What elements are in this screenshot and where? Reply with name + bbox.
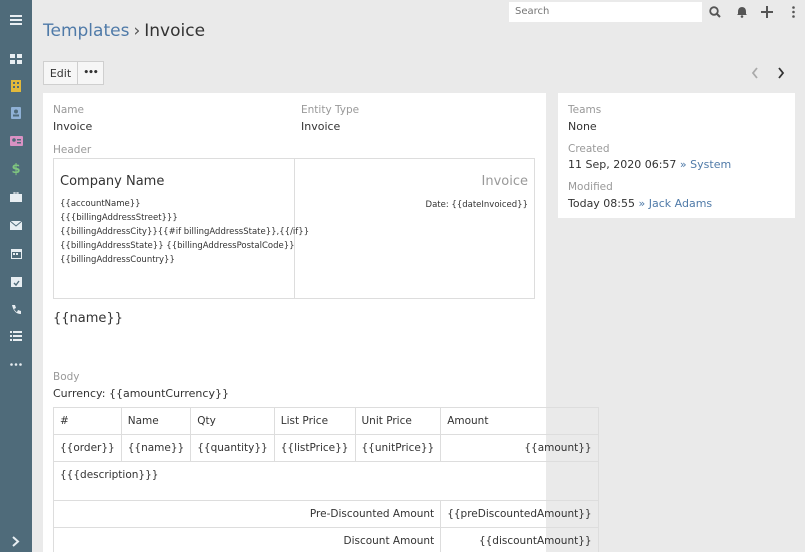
email-icon[interactable] [0,212,32,238]
address-line-3: {{billingAddressCity}}{{#if billingAddre… [60,227,310,237]
modified-separator: » [638,197,646,210]
name-value: Invoice [53,120,93,133]
menu-icon[interactable] [0,7,32,33]
created-separator: » [679,158,687,171]
search-icon[interactable] [706,3,724,21]
breadcrumb-separator: › [133,21,141,41]
search-input[interactable] [509,2,702,22]
side-panel: Teams None Created 11 Sep, 2020 06:57 » … [558,93,795,218]
modified-value: Today 08:55 » Jack Adams [568,197,712,210]
table-row: Pre-Discounted Amount {{preDiscountedAmo… [52,500,599,528]
contacts-icon[interactable] [0,100,32,126]
table-row: {{{description}}} [53,461,599,489]
modified-by-link[interactable]: Jack Adams [649,197,712,210]
name-placeholder: {{name}} [53,311,123,326]
currency-line: Currency: {{amountCurrency}} [53,387,229,400]
more-icon[interactable] [0,351,32,377]
company-name: Company Name [60,174,165,189]
created-by-link[interactable]: System [690,158,731,171]
created-date: 11 Sep, 2020 06:57 [568,158,677,171]
created-label: Created [568,143,610,155]
column-header: List Price [273,407,356,435]
column-header: Unit Price [354,407,442,435]
previous-record-icon[interactable] [748,65,762,81]
expand-icon[interactable] [0,528,32,552]
invoice-date: Date: {{dateInvoiced}} [425,200,528,210]
table-row: {{order}} {{name}} {{quantity}} {{listPr… [53,434,599,462]
total-label: Pre-Discounted Amount [52,500,442,528]
modified-label: Modified [568,181,613,193]
address-line-5: {{billingAddressCountry}} [60,255,175,265]
body-label: Body [53,371,80,383]
document-title: Invoice [481,174,528,189]
total-value: {{discountAmount}} [440,527,599,552]
items-table: # Name Qty List Price Unit Price Amount … [52,407,599,552]
sidebar: $ [0,0,32,552]
page-title: Invoice [144,21,206,41]
description-cell: {{{description}}} [53,461,599,489]
next-record-icon[interactable] [774,65,788,81]
teams-value: None [568,120,597,133]
breadcrumb-templates-link[interactable]: Templates [43,21,129,41]
leads-icon[interactable] [0,128,32,154]
calls-icon[interactable] [0,296,32,322]
breadcrumb: Templates › Invoice [43,21,205,41]
opportunities-icon[interactable]: $ [0,156,32,182]
entity-type-label: Entity Type [301,104,360,116]
notifications-icon[interactable] [733,3,751,21]
table-cell: {{quantity}} [190,434,275,462]
quick-create-icon[interactable] [758,3,776,21]
dashboard-icon[interactable] [0,46,32,72]
table-cell: {{listPrice}} [273,434,356,462]
table-row: Discount Amount {{discountAmount}} [52,527,599,552]
table-spacer-row [53,488,599,501]
tasks-icon[interactable] [0,323,32,349]
name-label: Name [53,104,84,116]
table-cell: {{order}} [53,434,122,462]
spacer-cell [53,488,599,501]
modified-date: Today 08:55 [568,197,636,210]
edit-button[interactable]: Edit [43,61,78,85]
table-cell: {{unitPrice}} [354,434,442,462]
address-line-1: {{accountName}} [60,199,141,209]
accounts-icon[interactable] [0,73,32,99]
more-actions-button[interactable]: ••• [77,61,104,85]
column-header: Qty [190,407,275,435]
calendar-icon[interactable] [0,240,32,266]
record-detail-panel: Name Invoice Entity Type Invoice Header … [43,93,599,552]
total-value: {{preDiscountedAmount}} [440,500,599,528]
address-line-4: {{billingAddressState}} {{billingAddress… [60,241,295,251]
table-header-row: # Name Qty List Price Unit Price Amount [53,407,599,435]
total-label: Discount Amount [52,527,442,552]
column-header: # [53,407,122,435]
teams-label: Teams [568,104,602,116]
entity-type-value: Invoice [301,120,341,133]
cases-icon[interactable] [0,184,32,210]
created-value: 11 Sep, 2020 06:57 » System [568,158,731,171]
menu-dots-icon[interactable] [784,3,802,21]
column-header: Name [120,407,192,435]
table-cell: {{name}} [120,434,192,462]
table-cell: {{amount}} [440,434,599,462]
header-label: Header [53,144,92,156]
address-line-2: {{{billingAddressStreet}}} [60,213,178,223]
column-header: Amount [440,407,599,435]
meetings-icon[interactable] [0,268,32,294]
